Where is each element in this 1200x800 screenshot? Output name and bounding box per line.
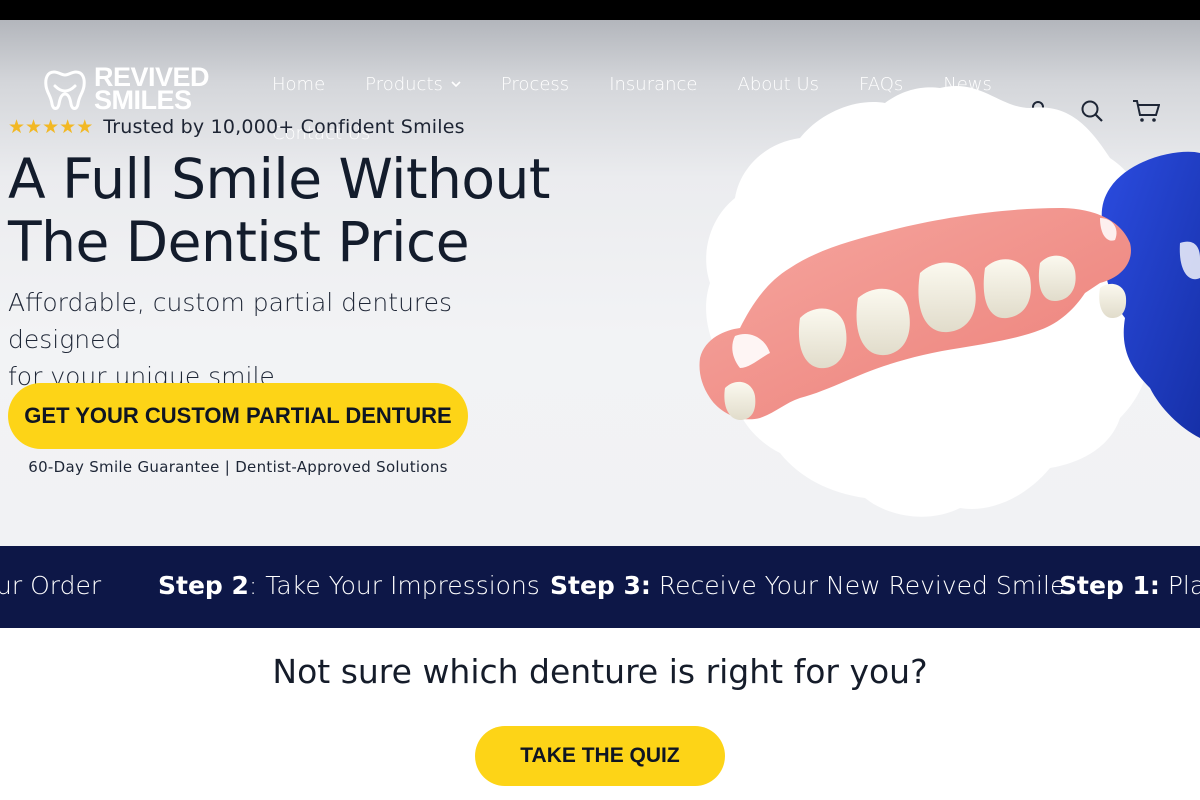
brand-logo[interactable]: REVIVED SMILES [42,64,210,115]
chevron-down-icon [451,81,461,88]
rating-text: Trusted by 10,000+ Confident Smiles [103,116,465,138]
star-icon: ★ [25,116,43,138]
take-quiz-button[interactable]: TAKE THE QUIZ [475,726,725,786]
brand-line-2: SMILES [94,85,192,115]
step-item: Step 2: Take Your Impressions [158,571,540,600]
steps-marquee: ur Order Step 2: Take Your Impressions S… [0,546,1200,628]
hero-subheadline: Affordable, custom partial dentures desi… [8,284,538,395]
step-text: Receive Your New Revived Smile [650,571,1066,600]
star-icon: ★ [59,116,77,138]
nav-process[interactable]: Process [501,74,569,95]
headline-line-1: A Full Smile Without [8,147,550,211]
brand-wordmark: REVIVED SMILES [94,64,210,115]
step-item: Step 3: Receive Your New Revived Smile [550,571,1065,600]
nav-home[interactable]: Home [272,74,325,95]
tooth-logo-icon [44,70,86,110]
hero-section: REVIVED SMILES Home Products Process Ins… [0,20,1200,546]
step-label: Step 3: [550,571,651,600]
step-item: ur Order [0,571,101,600]
quiz-heading: Not sure which denture is right for you? [272,652,928,691]
guarantee-text: 60-Day Smile Guarantee | Dentist-Approve… [28,458,448,476]
step-text: ur Order [0,571,102,600]
denture-product-image [699,85,1200,517]
step-text: : Take Your Impressions [248,571,540,600]
step-label: Step 2 [158,571,249,600]
hero-headline: A Full Smile Without The Dentist Price [8,148,568,274]
nav-products-label: Products [365,73,443,95]
custom-partial-denture-button[interactable]: GET YOUR CUSTOM PARTIAL DENTURE [8,383,468,449]
nav-products[interactable]: Products [365,74,461,95]
rating-row: ★ ★ ★ ★ ★ Trusted by 10,000+ Confident S… [8,116,465,138]
step-text: Place [1167,571,1200,600]
step-label: Step 1: [1059,571,1160,600]
headline-line-2: The Dentist Price [8,210,470,274]
top-black-bar [0,0,1200,20]
star-icon: ★ [76,116,94,138]
five-stars-icon: ★ ★ ★ ★ ★ [8,117,93,137]
step-item: Step 1: Place [1059,571,1200,600]
star-icon: ★ [42,116,60,138]
star-icon: ★ [8,116,26,138]
subhead-line-1: Affordable, custom partial dentures desi… [8,288,453,354]
